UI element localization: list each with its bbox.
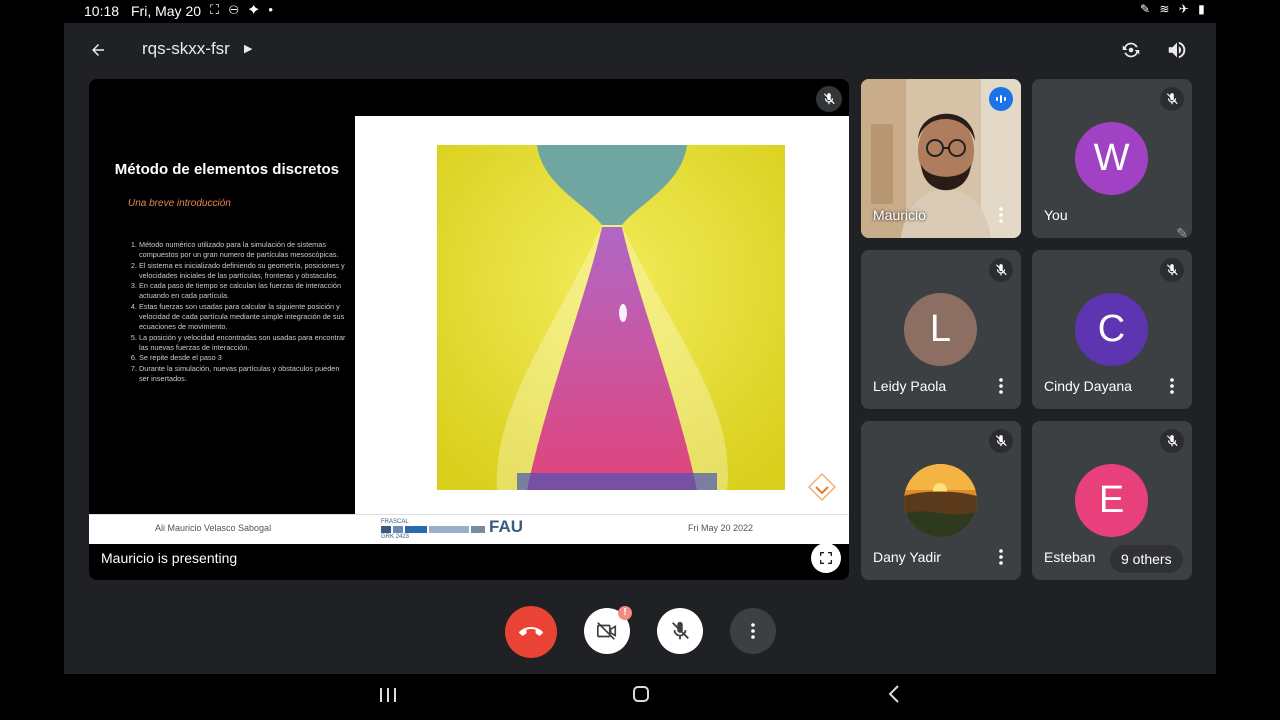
- participant-tile-you[interactable]: W You ✎: [1032, 79, 1192, 238]
- pencil-icon: ✎: [1176, 225, 1188, 238]
- nav-back-button[interactable]: [874, 682, 914, 712]
- participant-tile-cindy-dayana[interactable]: C Cindy Dayana: [1032, 250, 1192, 409]
- avatar-initial: W: [1093, 137, 1130, 179]
- shared-slide: Método de elementos discretos Una breve …: [89, 116, 849, 544]
- switch-camera-button[interactable]: [1113, 32, 1149, 68]
- slide-logo-mark: [807, 472, 837, 502]
- mic-off-icon: [989, 429, 1013, 453]
- slide-list-item: Se repite desde el paso 3: [139, 353, 349, 363]
- avatar: [904, 464, 977, 537]
- camera-toggle-button[interactable]: !: [584, 606, 632, 654]
- participant-name: Mauricio: [873, 207, 926, 223]
- more-options-icon[interactable]: [995, 376, 1007, 396]
- system-nav-bar: [0, 674, 1280, 720]
- switch-camera-icon: [1122, 42, 1140, 58]
- fullscreen-button[interactable]: [811, 543, 841, 573]
- avatar-initial: E: [1098, 479, 1125, 521]
- mic-toggle-button[interactable]: [657, 608, 703, 654]
- speaker-icon: [1168, 41, 1186, 59]
- participant-tile-leidy-paola[interactable]: L Leidy Paola: [861, 250, 1021, 409]
- frascal-logo-subtext: GRK 2423: [381, 534, 410, 540]
- back-button[interactable]: [80, 32, 116, 68]
- more-options-icon[interactable]: [995, 205, 1007, 225]
- participant-name: Esteban: [1044, 549, 1096, 565]
- slide-footer-logos: FRASCAL GRK 2423: [381, 519, 485, 540]
- slide-list: Método numérico utilizado para la simula…: [129, 240, 349, 384]
- slide-list-item: Método numérico utilizado para la simula…: [139, 240, 349, 261]
- participant-tile-esteban[interactable]: E Esteban 9 others: [1032, 421, 1192, 580]
- home-button[interactable]: [621, 682, 661, 712]
- mic-off-icon: [1160, 87, 1184, 111]
- sunset-photo: [904, 464, 977, 537]
- videocam-off-icon: [597, 622, 617, 640]
- frascal-logo-text: FRASCAL: [381, 519, 409, 525]
- avatar: E: [1075, 464, 1148, 537]
- avatar-initial: L: [929, 308, 952, 350]
- recent-apps-button[interactable]: [368, 682, 408, 712]
- participant-tile-mauricio[interactable]: Mauricio: [861, 79, 1021, 238]
- slide-list-item: En cada paso de tiempo se calculan las f…: [139, 281, 349, 302]
- end-call-button[interactable]: [505, 606, 557, 658]
- avatar: L: [904, 293, 977, 366]
- mic-off-icon: [989, 258, 1013, 282]
- avatar-initial: C: [1097, 308, 1126, 350]
- avatar: W: [1075, 122, 1148, 195]
- participant-name: Leidy Paola: [873, 378, 947, 394]
- slide-list-item: Estas fuerzas son usadas para calcular l…: [139, 302, 349, 333]
- more-options-button[interactable]: [730, 608, 776, 654]
- slide-title: Método de elementos discretos: [114, 161, 339, 178]
- slide-text-panel: Método de elementos discretos Una breve …: [89, 116, 355, 514]
- fullscreen-icon: [820, 552, 832, 564]
- participant-name: You: [1044, 207, 1068, 223]
- recents-icon: [380, 688, 396, 702]
- chevron-left-icon: [888, 685, 899, 703]
- home-icon: [633, 686, 649, 702]
- arrow-back-icon: [92, 44, 104, 56]
- meeting-code[interactable]: rqs-skxx-fsr: [142, 39, 230, 59]
- participant-name: Cindy Dayana: [1044, 378, 1132, 394]
- speaking-indicator-icon: [989, 87, 1013, 111]
- hourglass-particles-image: [437, 145, 785, 490]
- status-date: Fri, May 20: [131, 3, 202, 19]
- slide-list-item: La posición y velocidad encontradas son …: [139, 333, 349, 354]
- slide-subtitle: Una breve introducción: [128, 198, 231, 209]
- participant-tile-dany-yadir[interactable]: Dany Yadir: [861, 421, 1021, 580]
- meeting-info-caret-icon[interactable]: ▶: [244, 42, 252, 55]
- status-time: 10:18: [84, 3, 120, 19]
- slide-footer-date: Fri May 20 2022: [688, 523, 754, 533]
- status-system-icons: ✎ ≋ ✈ ▮: [1140, 2, 1208, 16]
- presenting-label: Mauricio is presenting: [101, 550, 238, 566]
- more-options-icon[interactable]: [995, 547, 1007, 567]
- slide-footer: Ali Mauricio Velasco Sabogal FRASCAL GRK…: [89, 514, 849, 544]
- avatar: C: [1075, 293, 1148, 366]
- alert-badge-icon: !: [618, 606, 632, 620]
- more-options-icon[interactable]: [1166, 376, 1178, 396]
- mic-off-icon: [672, 621, 689, 640]
- mic-off-icon: [823, 93, 835, 105]
- status-notification-icons: ⛶ ⊖ ✦ •: [210, 2, 276, 17]
- mic-off-icon: [1160, 429, 1184, 453]
- presentation-tile[interactable]: Método de elementos discretos Una breve …: [89, 79, 849, 580]
- slide-list-item: El sistema es inicializado definiendo su…: [139, 261, 349, 282]
- slide-list-item: Durante la simulación, nuevas partículas…: [139, 364, 349, 385]
- slide-footer-author: Ali Mauricio Velasco Sabogal: [155, 523, 272, 533]
- more-vert-icon: [751, 623, 755, 639]
- audio-output-button[interactable]: [1159, 32, 1195, 68]
- fau-logo: FAU: [489, 517, 523, 536]
- others-count-badge[interactable]: 9 others: [1110, 545, 1183, 573]
- mic-off-icon: [1160, 258, 1184, 282]
- status-bar: 10:18 Fri, May 20 ⛶ ⊖ ✦ • ✎ ≋ ✈ ▮: [0, 0, 1280, 23]
- call-end-icon: [519, 627, 543, 636]
- presenter-muted-indicator: [816, 86, 842, 112]
- participant-name: Dany Yadir: [873, 549, 941, 565]
